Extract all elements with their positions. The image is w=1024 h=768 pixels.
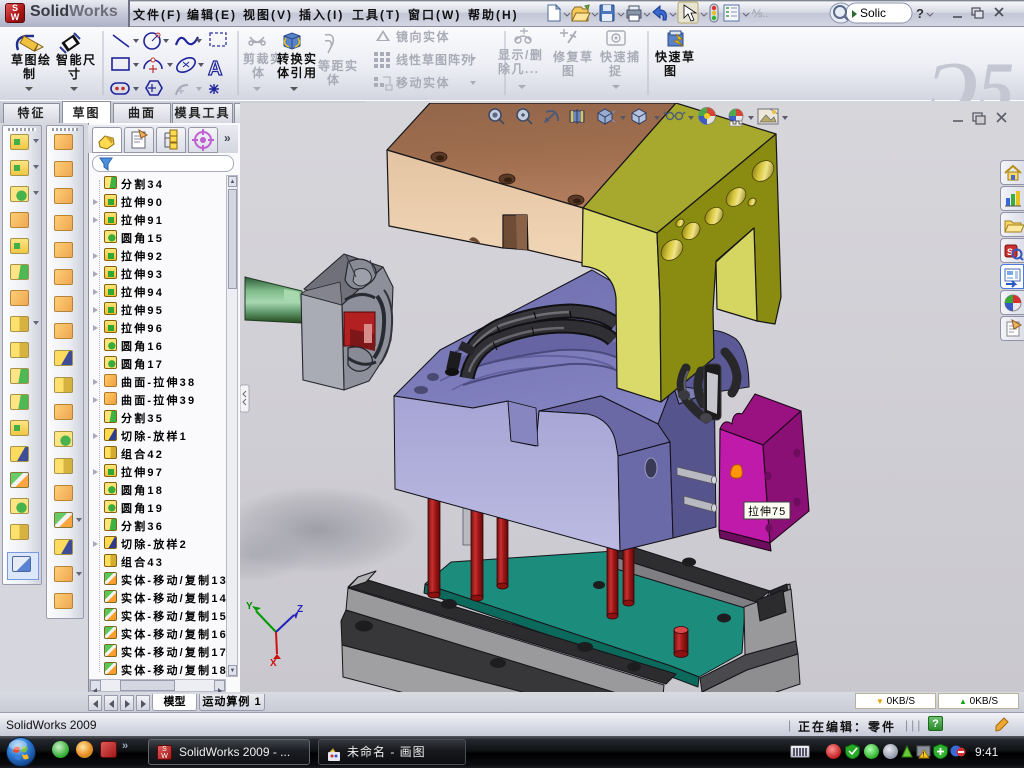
svg-text:X: X [270,658,277,669]
svg-text:体: 体 [252,65,266,80]
svg-text:线性草图阵列: 线性草图阵列 [396,52,474,67]
svg-text:制: 制 [23,66,37,81]
svg-text:显示/删: 显示/删 [498,47,543,62]
svg-text:等距实: 等距实 [317,58,359,73]
svg-text:除几...: 除几... [498,61,540,76]
svg-text:?: ? [916,6,924,21]
svg-text:A: A [208,58,222,80]
svg-text:移动实体: 移动实体 [396,75,450,90]
svg-text:快速草: 快速草 [655,49,696,64]
svg-text:Z: Z [297,604,303,615]
svg-text:Ɔ5: Ɔ5 [929,48,1014,101]
svg-text:体: 体 [327,72,341,87]
svg-text:修复草: 修复草 [552,49,594,64]
svg-text:捉: 捉 [609,63,623,78]
svg-text:体引用: 体引用 [277,65,318,80]
svg-text:拉伸75: 拉伸75 [748,504,786,518]
svg-text:智能尺: 智能尺 [55,52,97,67]
svg-text:图: 图 [664,64,678,78]
svg-text:!: ! [923,752,925,759]
svg-text:草图绘: 草图绘 [11,52,52,67]
svg-text:转换实: 转换实 [277,51,318,66]
svg-text:寸: 寸 [68,66,82,81]
svg-text:镜向实体: 镜向实体 [396,29,450,44]
svg-text:Y: Y [246,601,253,612]
svg-text:快速捕: 快速捕 [600,49,641,64]
svg-text:图: 图 [562,64,576,78]
svg-text:Solic: Solic [860,6,886,20]
svg-text:⅍..: ⅍.. [751,8,768,20]
